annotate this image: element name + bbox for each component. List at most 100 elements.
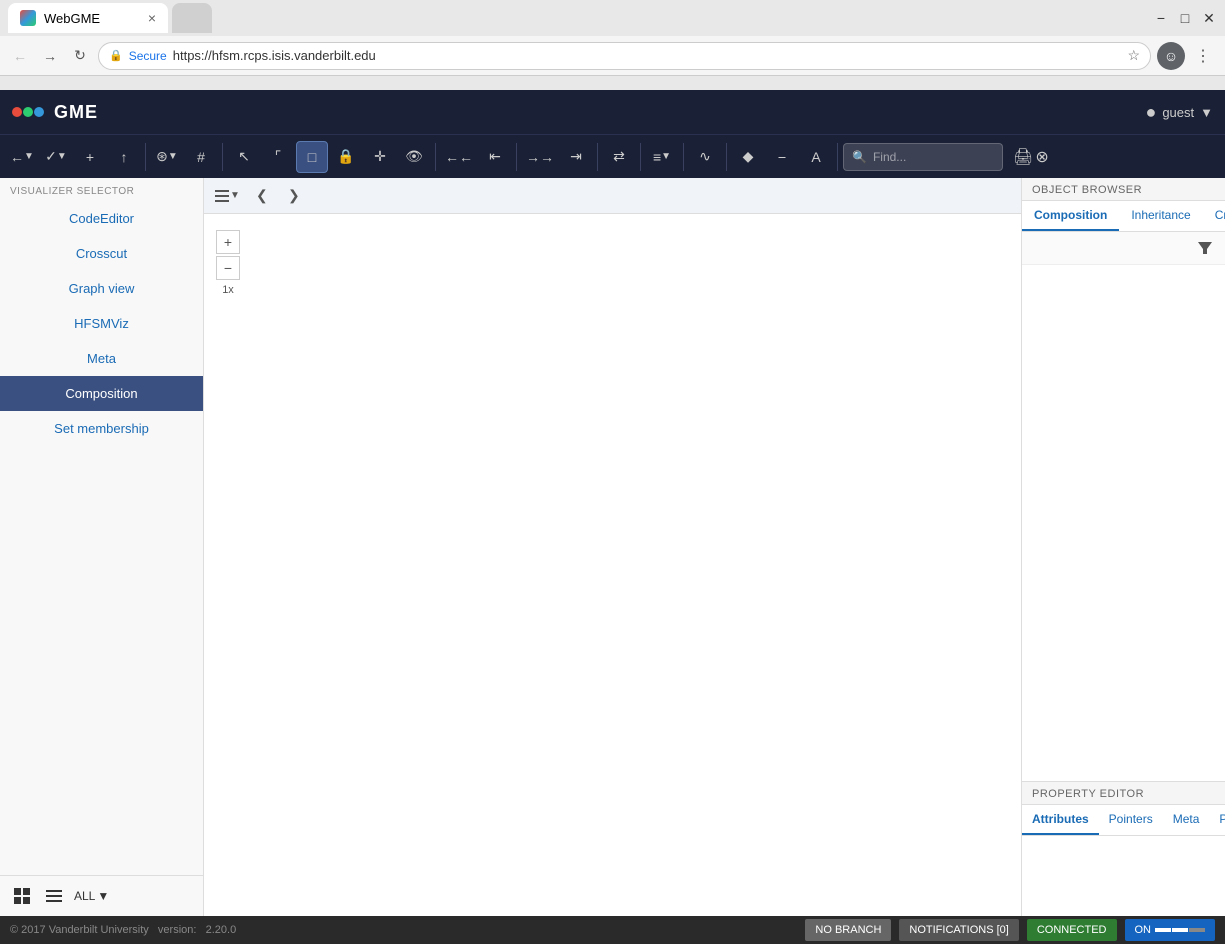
user-menu[interactable]: ● guest ▼ — [1145, 102, 1213, 123]
toolbar-sep-3 — [435, 143, 436, 171]
property-editor-content — [1022, 836, 1225, 916]
new-tab[interactable] — [172, 3, 212, 33]
minimize-button[interactable]: − — [1153, 10, 1169, 26]
toolbar-eye-btn[interactable]: 👁 — [398, 141, 430, 173]
toolbar-skip-redo-btn[interactable]: ⇥ — [560, 141, 592, 173]
toolbar-slash-btn[interactable]: ⎯ — [766, 141, 798, 173]
logo-green — [23, 107, 33, 117]
property-editor: PROPERTY EDITOR Attributes Pointers Meta… — [1021, 781, 1225, 916]
toolbar-align-btn[interactable]: ≡▼ — [646, 141, 678, 173]
filter-button[interactable] — [1193, 236, 1217, 260]
sidebar-item-crosscut[interactable]: Crosscut — [0, 236, 203, 271]
filter-icon — [1197, 240, 1213, 256]
browser-chrome: WebGME × − □ ✕ ← → ↻ 🔒 Secure https://hf… — [0, 0, 1225, 90]
refresh-button[interactable]: ↻ — [68, 44, 92, 68]
sidebar-item-hfsmviz[interactable]: HFSMViz — [0, 306, 203, 341]
app: GME ● guest ▼ ←▼ ✓▼ + ↑ ⊛▼ # ↖ ⌜ □ 🔒 ✛ 👁… — [0, 90, 1225, 944]
bookmark-icon[interactable]: ☆ — [1127, 47, 1140, 64]
tab-crosscut[interactable]: Crosscut — [1203, 201, 1225, 231]
toolbar-skip-undo-btn[interactable]: ⇤ — [479, 141, 511, 173]
toolbar-sep-2 — [222, 143, 223, 171]
browser-extensions: ☺ ⋮ — [1157, 42, 1217, 70]
toolbar-plus-btn[interactable]: + — [74, 141, 106, 173]
canvas-next-btn[interactable]: ❯ — [280, 182, 308, 210]
tab-attributes[interactable]: Attributes — [1022, 805, 1099, 835]
toolbar-close-btn[interactable]: ⊗ — [1035, 147, 1048, 167]
toolbar-check-dropdown[interactable]: ✓▼ — [40, 141, 72, 173]
toggle-bars — [1155, 928, 1205, 932]
toolbar-redo-btn[interactable]: →→ — [522, 141, 558, 173]
toolbar-grid-dropdown[interactable]: ⊛▼ — [151, 141, 183, 173]
zoom-out-btn[interactable]: − — [216, 256, 240, 280]
toolbar-move-btn[interactable]: ✛ — [364, 141, 396, 173]
tab-meta[interactable]: Meta — [1163, 805, 1210, 835]
profile-button[interactable]: ☺ — [1157, 42, 1185, 70]
browser-tab[interactable]: WebGME × — [8, 3, 168, 33]
notifications-btn[interactable]: NOTIFICATIONS [0] — [899, 919, 1018, 941]
sidebar-item-composition[interactable]: Composition — [0, 376, 203, 411]
close-window-button[interactable]: ✕ — [1201, 10, 1217, 26]
tiles-icon — [13, 887, 31, 905]
logo-red — [12, 107, 22, 117]
toolbar-sep-6 — [640, 143, 641, 171]
sidebar-item-set-membership[interactable]: Set membership — [0, 411, 203, 446]
extensions-button[interactable]: ⋮ — [1189, 42, 1217, 70]
toolbar-text-btn[interactable]: A — [800, 141, 832, 173]
back-button[interactable]: ← — [8, 44, 32, 68]
zoom-in-btn[interactable]: + — [216, 230, 240, 254]
app-title: GME — [54, 102, 98, 123]
sidebar-item-meta[interactable]: Meta — [0, 341, 203, 376]
canvas-prev-btn[interactable]: ❮ — [248, 182, 276, 210]
tab-preferences[interactable]: Preferences — [1209, 805, 1225, 835]
tiles-view-btn[interactable] — [10, 884, 34, 908]
canvas-list-btn[interactable]: ▼ — [210, 182, 244, 210]
sidebar-item-graph-view[interactable]: Graph view — [0, 271, 203, 306]
toolbar-pointer-btn[interactable]: ↖ — [228, 141, 260, 173]
logo-blue — [34, 107, 44, 117]
address-bar[interactable]: 🔒 Secure https://hfsm.rcps.isis.vanderbi… — [98, 42, 1151, 70]
tab-pointers[interactable]: Pointers — [1099, 805, 1163, 835]
tab-composition[interactable]: Composition — [1022, 201, 1119, 231]
tab-close-button[interactable]: × — [148, 10, 156, 26]
on-toggle[interactable]: ON — [1125, 919, 1216, 941]
sidebar-item-code-editor[interactable]: CodeEditor — [0, 201, 203, 236]
toolbar-rect-btn[interactable]: □ — [296, 141, 328, 173]
toolbar-hash-btn[interactable]: # — [185, 141, 217, 173]
zoom-controls: + − 1x — [216, 230, 240, 296]
object-browser: OBJECT BROWSER Composition Inheritance C… — [1021, 178, 1225, 781]
forward-button[interactable]: → — [38, 44, 62, 68]
toolbar-spread-btn[interactable]: ⇄ — [603, 141, 635, 173]
all-dropdown-arrow: ▼ — [97, 889, 109, 903]
property-editor-tabs: Attributes Pointers Meta Preferences — [1022, 805, 1225, 836]
connected-status: CONNECTED — [1027, 919, 1117, 941]
toolbar-sep-8 — [726, 143, 727, 171]
search-input[interactable] — [873, 150, 993, 164]
print-button[interactable]: 🖨 — [1013, 147, 1033, 167]
copyright-text: © 2017 Vanderbilt University version: 2.… — [10, 924, 236, 936]
user-dropdown-arrow: ▼ — [1200, 105, 1213, 120]
list-view-btn[interactable] — [42, 884, 66, 908]
toolbar-drop-btn[interactable]: ◆ — [732, 141, 764, 173]
zoom-level: 1x — [216, 284, 240, 296]
maximize-button[interactable]: □ — [1177, 10, 1193, 26]
favicon — [20, 10, 36, 26]
toolbar-up-arrow-btn[interactable]: ↑ — [108, 141, 140, 173]
canvas-content: + − 1x — [204, 214, 1021, 916]
toolbar-undo-btn[interactable]: ←← — [441, 141, 477, 173]
property-editor-title: PROPERTY EDITOR — [1022, 782, 1225, 805]
tab-title: WebGME — [44, 11, 100, 26]
toolbar-corner-btn[interactable]: ⌜ — [262, 141, 294, 173]
canvas-toolbar: ▼ ❮ ❯ — [204, 178, 1021, 214]
search-bar[interactable]: 🔍 — [843, 143, 1003, 171]
window-controls: − □ ✕ — [1153, 10, 1217, 26]
toolbar-lock-btn[interactable]: 🔒 — [330, 141, 362, 173]
sidebar-bottom: ALL ▼ — [0, 876, 203, 916]
gme-logo — [12, 107, 44, 117]
panel-filter-bar — [1022, 232, 1225, 265]
toolbar-wave-btn[interactable]: ∿ — [689, 141, 721, 173]
no-branch-btn[interactable]: NO BRANCH — [805, 919, 891, 941]
tab-inheritance[interactable]: Inheritance — [1119, 201, 1202, 231]
user-icon: ● — [1145, 102, 1156, 123]
toolbar-back-dropdown[interactable]: ←▼ — [6, 141, 38, 173]
all-dropdown[interactable]: ALL ▼ — [74, 889, 109, 903]
